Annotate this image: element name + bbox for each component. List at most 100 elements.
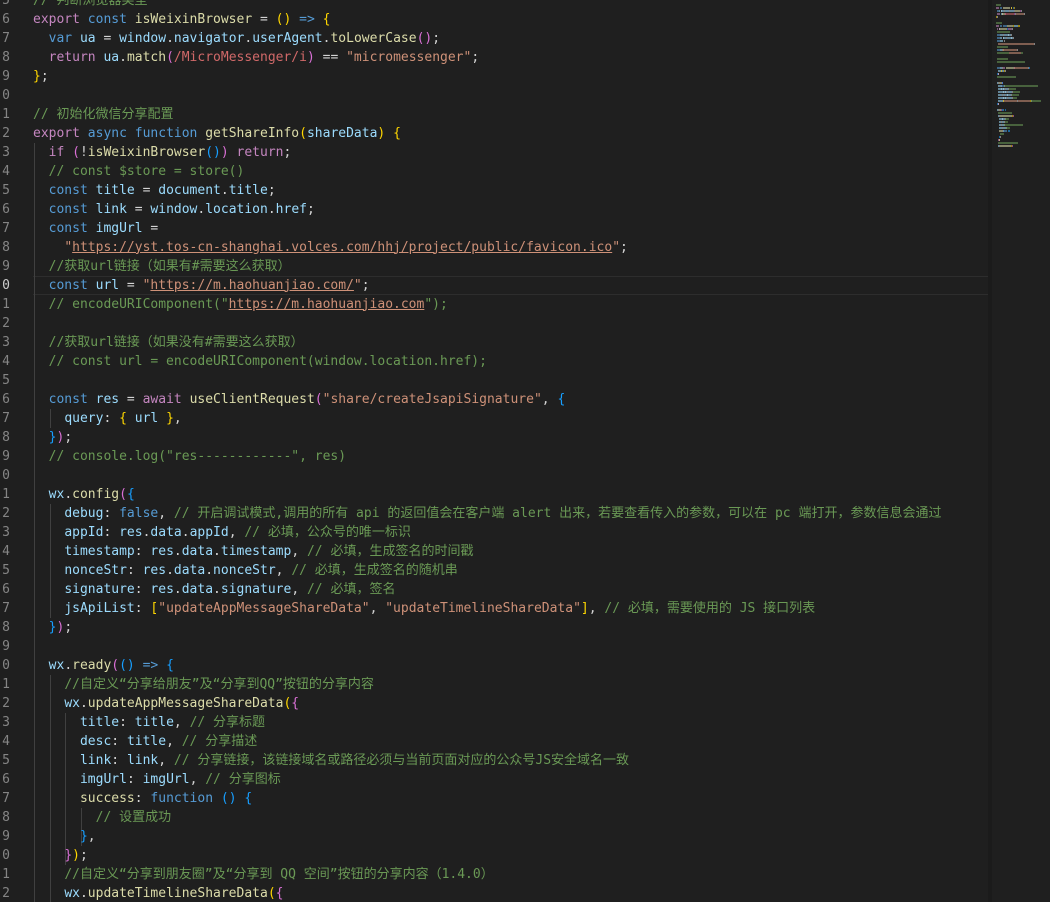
code-line[interactable]: // 初始化微信分享配置	[33, 105, 173, 124]
code-line[interactable]: if (!isWeixinBrowser()) return;	[33, 143, 292, 162]
code-token: (	[267, 885, 276, 901]
code-token: ;	[79, 847, 88, 863]
minimap-line	[1014, 67, 1028, 69]
line-number: 9	[2, 68, 10, 84]
line-number: 4	[2, 163, 10, 179]
code-line[interactable]: const imgUrl =	[33, 219, 159, 238]
code-token: url	[95, 277, 120, 293]
code-line[interactable]: const url = "https://m.haohuanjiao.com/"…	[33, 276, 370, 295]
code-token: :	[119, 714, 135, 730]
code-line[interactable]: const link = window.location.href;	[33, 200, 315, 219]
code-token: match	[126, 49, 167, 65]
code-token: if	[48, 144, 65, 160]
code-line[interactable]: nonceStr: res.data.nonceStr, // 必填，生成签名的…	[33, 561, 458, 580]
code-token: ()	[220, 790, 237, 806]
code-line[interactable]: //获取url链接（如果有#需要这么获取）	[33, 257, 291, 276]
minimap-line	[1003, 40, 1004, 42]
minimap-line	[997, 46, 1008, 48]
code-line[interactable]: const title = document.title;	[33, 181, 276, 200]
code-token: {	[393, 125, 401, 141]
code-token: }	[166, 410, 174, 426]
code-line[interactable]: // encodeURIComponent("https://m.haohuan…	[33, 295, 448, 314]
code-token: // 开启调试模式,调用的所有 api 的返回值会在客户端 alert 出来，若…	[173, 505, 942, 521]
code-line[interactable]: success: function () {	[33, 789, 252, 808]
code-token: =	[119, 277, 143, 293]
code-token: isWeixinBrowser	[87, 144, 206, 160]
code-token: =	[134, 182, 159, 198]
line-number: 4	[2, 733, 10, 749]
code-line[interactable]: var ua = window.navigator.userAgent.toLo…	[33, 29, 440, 48]
minimap-line	[999, 115, 1012, 117]
minimap[interactable]	[992, 0, 1050, 902]
code-line[interactable]: return ua.match(/MicroMessenger/i) == "m…	[33, 48, 480, 67]
code-token: ;	[64, 619, 73, 635]
code-line[interactable]: query: { url },	[33, 409, 181, 428]
code-line[interactable]: debug: false, // 开启调试模式,调用的所有 api 的返回值会在…	[33, 504, 941, 523]
code-line[interactable]: title: title, // 分享标题	[33, 713, 265, 732]
code-line[interactable]: },	[33, 827, 96, 846]
line-number: 8	[2, 809, 10, 825]
code-line[interactable]: "https://yst.tos-cn-shanghai.volces.com/…	[33, 238, 628, 257]
code-token: nonceStr	[64, 562, 127, 578]
minimap-line	[999, 145, 1011, 147]
code-line[interactable]: });	[33, 428, 72, 447]
code-token: {	[126, 486, 135, 502]
code-token: nonceStr	[213, 562, 276, 578]
code-line[interactable]: // const $store = store()	[33, 162, 245, 181]
code-line[interactable]: appId: res.data.appId, // 必填，公众号的唯一标识	[33, 523, 411, 542]
code-token: res	[150, 581, 174, 597]
code-line[interactable]: export async function getShareInfo(share…	[33, 124, 401, 143]
code-line[interactable]: wx.ready(() => {	[33, 656, 174, 675]
minimap-line	[1004, 121, 1008, 123]
code-token: :	[111, 733, 127, 749]
code-line[interactable]: // const url = encodeURIComponent(window…	[33, 352, 487, 371]
code-token: data	[173, 562, 206, 578]
code-line[interactable]: wx.updateAppMessageShareData({	[33, 694, 299, 713]
code-line[interactable]: });	[33, 618, 72, 637]
code-area[interactable]: // 判断浏览器类型 export const isWeixinBrowser =…	[33, 0, 988, 902]
code-line[interactable]: jsApiList: ["updateAppMessageShareData",…	[33, 599, 815, 618]
code-token: // 分享链接，该链接域名或路径必须与当前页面对应的公众号JS安全域名一致	[173, 752, 630, 768]
code-token: {	[291, 695, 300, 711]
code-line[interactable]: // 设置成功	[33, 808, 171, 827]
code-line[interactable]: timestamp: res.data.timestamp, // 必填，生成签…	[33, 542, 473, 561]
code-token: ;	[432, 30, 441, 46]
code-line[interactable]: imgUrl: imgUrl, // 分享图标	[33, 770, 281, 789]
code-line[interactable]: //自定义“分享到朋友圈”及“分享到 QQ 空间”按钮的分享内容（1.4.0）	[33, 865, 493, 884]
code-token: debug	[64, 505, 104, 521]
code-line[interactable]: signature: res.data.signature, // 必填，签名	[33, 580, 395, 599]
minimap-line	[1002, 82, 1003, 84]
code-line[interactable]: };	[33, 67, 49, 86]
line-number: 1	[2, 296, 10, 312]
code-line[interactable]: desc: title, // 分享描述	[33, 732, 257, 751]
code-token: .	[64, 486, 73, 502]
code-token: updateTimelineShareData	[87, 885, 268, 901]
code-token: function	[150, 790, 214, 806]
code-token: {	[244, 790, 253, 806]
code-token: res	[142, 562, 167, 578]
code-token: (	[166, 49, 174, 65]
code-token: .	[173, 581, 182, 597]
code-line[interactable]: // 判断浏览器类型	[33, 0, 147, 10]
code-line[interactable]: wx.config({	[33, 485, 135, 504]
code-line[interactable]: wx.updateTimelineShareData({	[33, 884, 283, 902]
code-editor[interactable]: 5 6 7 8 9 0 1 2 3 4 5 6 7 8 9 0 1 2 3 4 5 6 7 8 9 0 1 2 3 4 5 6 7 8 9 0 1 2 3 4…	[0, 0, 1050, 902]
code-line[interactable]: // console.log("res------------", res)	[33, 447, 346, 466]
code-line[interactable]: });	[33, 846, 88, 865]
code-token: jsApiList	[64, 600, 135, 616]
minimap-line	[1012, 91, 1020, 93]
minimap-line	[998, 43, 1033, 45]
code-token: :	[103, 505, 120, 521]
code-token: ;	[306, 201, 315, 217]
code-token: )	[72, 847, 80, 863]
code-line[interactable]: //自定义“分享给朋友”及“分享到QQ”按钮的分享内容	[33, 675, 374, 694]
code-line[interactable]: const res = await useClientRequest("shar…	[33, 390, 566, 409]
code-line[interactable]: //获取url链接（如果没有#需要这么获取）	[33, 333, 304, 352]
code-line[interactable]: export const isWeixinBrowser = () => {	[33, 10, 330, 29]
code-line[interactable]: link: link, // 分享链接，该链接域名或路径必须与当前页面对应的公众…	[33, 751, 629, 770]
